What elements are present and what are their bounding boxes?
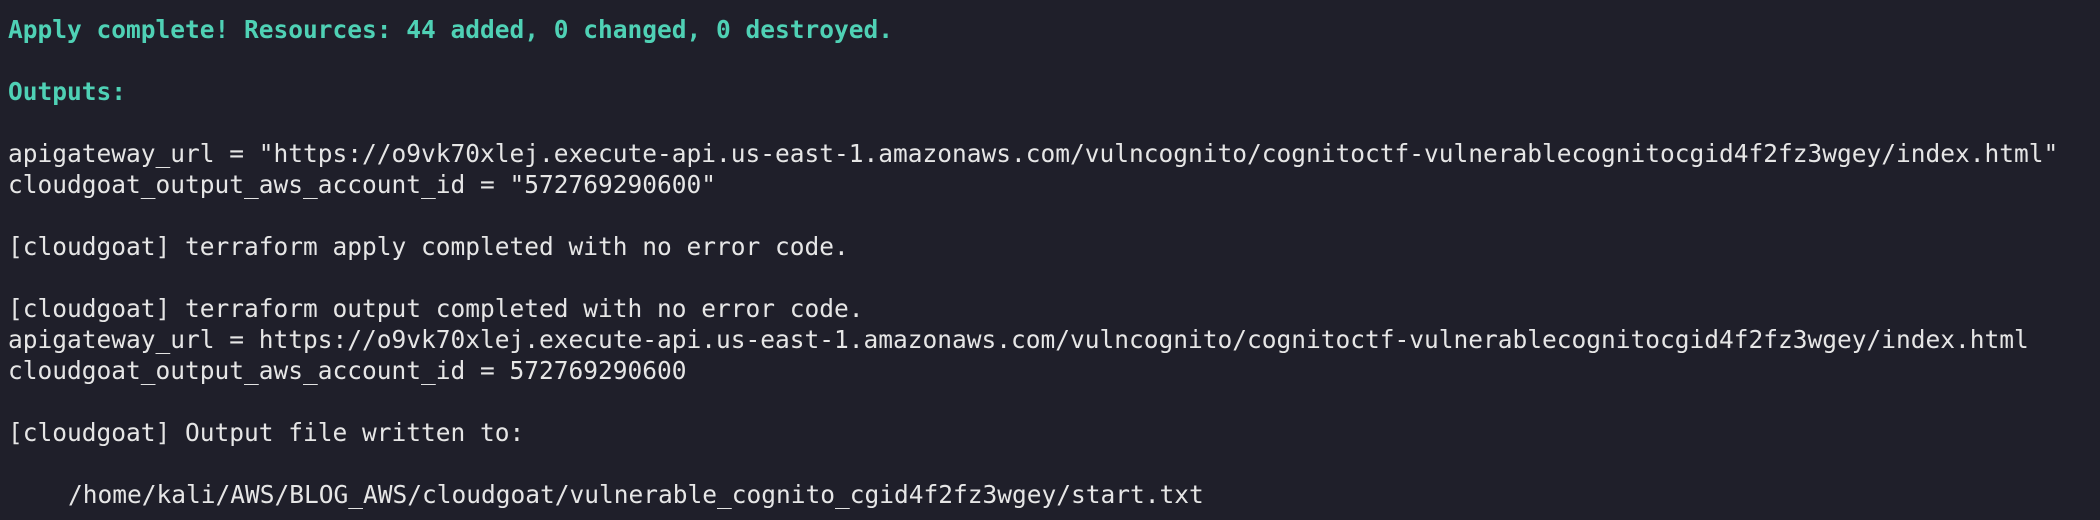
cloudgoat-output-status: [cloudgoat] terraform output completed w… [8,294,864,323]
output-file-path: /home/kali/AWS/BLOG_AWS/cloudgoat/vulner… [68,480,1204,509]
output-apigateway-url: apigateway_url = "https://o9vk70xlej.exe… [8,139,2059,168]
raw-apigateway-url: apigateway_url = https://o9vk70xlej.exec… [8,325,2029,354]
terminal-window[interactable]: Apply complete! Resources: 44 added, 0 c… [0,0,2100,520]
outputs-heading: Outputs: [8,77,127,106]
cloudgoat-apply-status: [cloudgoat] terraform apply completed wi… [8,232,849,261]
output-file-message: [cloudgoat] Output file written to: [8,418,525,447]
apply-complete-message: Apply complete! Resources: 44 added, 0 c… [8,15,894,44]
raw-account-id: cloudgoat_output_aws_account_id = 572769… [8,356,687,385]
output-account-id: cloudgoat_output_aws_account_id = "57276… [8,170,717,199]
